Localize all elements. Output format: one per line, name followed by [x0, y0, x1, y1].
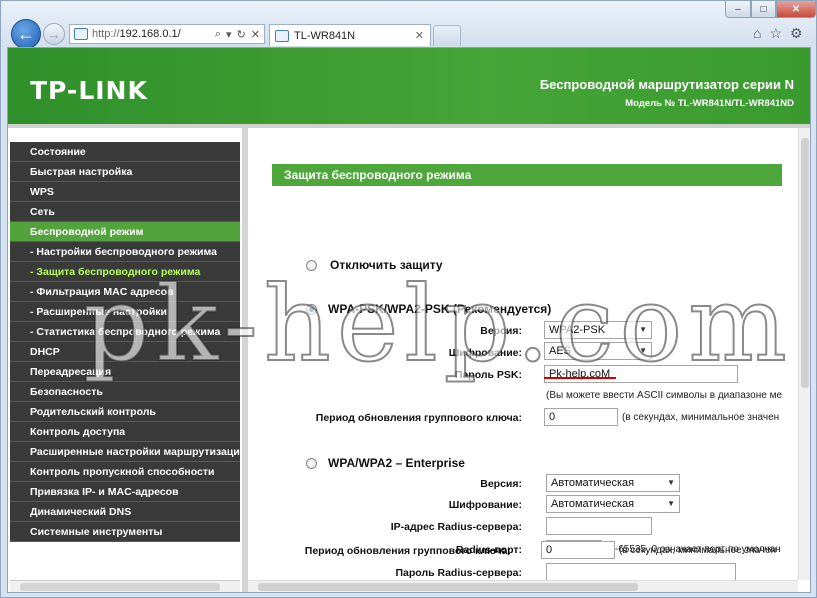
menu-item[interactable]: Быстрая настройка — [10, 162, 240, 182]
tp-link-logo: TP-LINK — [30, 76, 148, 105]
left-menu: Состояние Быстрая настройка WPS Сеть Беспров… — [10, 142, 240, 542]
chevron-down-icon: ▼ — [639, 325, 647, 334]
psk-password-input[interactable]: Pk-help.coM — [544, 365, 738, 383]
dropdown-icon[interactable]: ▾ — [226, 28, 232, 41]
menu-item[interactable]: Состояние — [10, 142, 240, 162]
home-icon[interactable]: ⌂ — [753, 25, 761, 42]
menu-item[interactable]: Системные инструменты — [10, 522, 240, 542]
favorites-icon[interactable]: ☆ — [769, 25, 782, 42]
psk-encryption-label: Шифрование: — [448, 347, 522, 359]
ent-version-label: Версия: — [480, 478, 522, 490]
menu-item[interactable]: Привязка IP- и MAC-адресов — [10, 482, 240, 502]
scrollbar-thumb[interactable] — [258, 583, 638, 591]
menu-item[interactable]: Родительский контроль — [10, 402, 240, 422]
url-scheme: http:// — [92, 28, 120, 40]
menu-item[interactable]: - Фильтрация MAC адресов — [10, 282, 240, 302]
chevron-down-icon: ▼ — [667, 478, 675, 487]
menu-item[interactable]: Беспроводной режим — [10, 222, 240, 242]
menu-item[interactable]: Безопасность — [10, 382, 240, 402]
tab-title: TL-WR841N — [294, 29, 356, 42]
browser-tab[interactable]: TL-WR841N ✕ — [269, 24, 431, 46]
menu-item[interactable]: - Расширенные настройки — [10, 302, 240, 322]
chevron-down-icon: ▼ — [667, 499, 675, 508]
forward-arrow-icon: → — [47, 26, 61, 42]
router-banner: TP-LINK Беспроводной маршрутизатор серии… — [8, 48, 810, 124]
disable-security-radio[interactable] — [306, 260, 317, 271]
back-button[interactable]: ← — [11, 19, 41, 49]
psk-group-key-input[interactable]: 0 — [544, 408, 618, 426]
enterprise-radio[interactable] — [306, 458, 317, 469]
ent-encryption-label: Шифрование: — [448, 499, 522, 511]
menu-item[interactable]: Расширенные настройки маршрутизации — [10, 442, 240, 462]
radius-ip-label: IP-адрес Radius-сервера: — [390, 521, 522, 533]
radius-password-input[interactable] — [546, 563, 736, 580]
minimize-button[interactable]: – — [725, 1, 751, 18]
browser-toolbar: ← → http:// 192.168.0.1/ ⌕ ▾ ↻ ✕ TL-WR84… — [1, 1, 816, 49]
section-title: Защита беспроводного режима — [272, 164, 782, 186]
forward-button[interactable]: → — [43, 23, 65, 45]
left-menu-frame: Состояние Быстрая настройка WPS Сеть Беспров… — [8, 128, 242, 592]
radius-ip-input[interactable] — [546, 517, 652, 535]
menu-item[interactable]: Динамический DNS — [10, 502, 240, 522]
scrollbar-thumb[interactable] — [801, 138, 809, 388]
settings-icon[interactable]: ⚙ — [790, 25, 803, 42]
close-button[interactable]: ✕ — [776, 1, 816, 18]
tab-close-icon[interactable]: ✕ — [415, 29, 424, 42]
refresh-icon[interactable]: ↻ — [237, 28, 246, 41]
psk-version-label: Версия: — [480, 325, 522, 337]
wpa-psk-radio[interactable] — [306, 304, 317, 315]
psk-group-key-hint: (в секундах, минимальное значен — [622, 412, 780, 423]
menu-item[interactable]: DHCP — [10, 342, 240, 362]
banner-model: Модель № TL-WR841N/TL-WR841ND — [625, 98, 794, 109]
address-bar[interactable]: http:// 192.168.0.1/ ⌕ ▾ ↻ ✕ — [69, 24, 265, 44]
tab-page-icon — [275, 29, 289, 42]
url-host: 192.168.0.1/ — [119, 28, 181, 40]
psk-password-label: Пароль PSK: — [454, 369, 522, 381]
ent-group-key-label: Период обновления группового ключа: — [304, 545, 511, 557]
ent-group-key-hint: (в секундах, минимальное значен — [619, 545, 777, 556]
page-content: TP-LINK Беспроводной маршрутизатор серии… — [7, 47, 811, 593]
menu-item[interactable]: Переадресация — [10, 362, 240, 382]
ent-version-select[interactable]: Автоматическая ▼ — [546, 474, 680, 492]
settings-panel: Защита беспроводного режима Отключить за… — [248, 128, 798, 580]
disable-security-label: Отключить защиту — [330, 258, 443, 272]
menu-item[interactable]: - Статистика беспроводного режима — [10, 322, 240, 342]
chevron-down-icon: ▼ — [639, 346, 647, 355]
enterprise-title: WPA/WPA2 – Enterprise — [328, 456, 465, 470]
psk-encryption-value: AES — [549, 345, 572, 357]
browser-window: ← → http:// 192.168.0.1/ ⌕ ▾ ↻ ✕ TL-WR84… — [0, 0, 817, 598]
banner-title: Беспроводной маршрутизатор серии N — [539, 77, 794, 92]
new-tab-button[interactable] — [433, 25, 461, 46]
ent-encryption-select[interactable]: Автоматическая ▼ — [546, 495, 680, 513]
menu-horizontal-scrollbar[interactable] — [10, 580, 240, 592]
stop-icon[interactable]: ✕ — [251, 28, 260, 41]
psk-hint: (Вы можете ввести ASCII символы в диапаз… — [546, 390, 783, 401]
panel-horizontal-scrollbar[interactable] — [248, 580, 798, 592]
menu-item[interactable]: - Настройки беспроводного режима — [10, 242, 240, 262]
panel-vertical-scrollbar[interactable] — [798, 128, 810, 580]
ent-version-value: Автоматическая — [551, 477, 635, 489]
psk-encryption-select[interactable]: AES ▼ — [544, 342, 652, 360]
menu-item[interactable]: - Защита беспроводного режима — [10, 262, 240, 282]
search-icon[interactable]: ⌕ — [215, 28, 221, 41]
menu-item[interactable]: Контроль доступа — [10, 422, 240, 442]
menu-item[interactable]: Сеть — [10, 202, 240, 222]
psk-version-value: WPA2-PSK — [549, 324, 606, 336]
maximize-button[interactable]: □ — [751, 1, 776, 18]
menu-item[interactable]: WPS — [10, 182, 240, 202]
back-arrow-icon: ← — [17, 23, 35, 44]
radius-password-label: Пароль Radius-сервера: — [395, 567, 523, 579]
psk-highlight-underline — [544, 377, 616, 379]
psk-version-select[interactable]: WPA2-PSK ▼ — [544, 321, 652, 339]
scrollbar-thumb[interactable] — [20, 583, 220, 591]
wpa-psk-title: WPA-PSK/WPA2-PSK (Рекомендуется) — [328, 302, 552, 316]
page-icon — [74, 28, 88, 40]
menu-item[interactable]: Контроль пропускной способности — [10, 462, 240, 482]
ent-group-key-input[interactable]: 0 — [541, 541, 615, 559]
psk-group-key-label: Период обновления группового ключа: — [315, 412, 522, 424]
ent-encryption-value: Автоматическая — [551, 498, 635, 510]
